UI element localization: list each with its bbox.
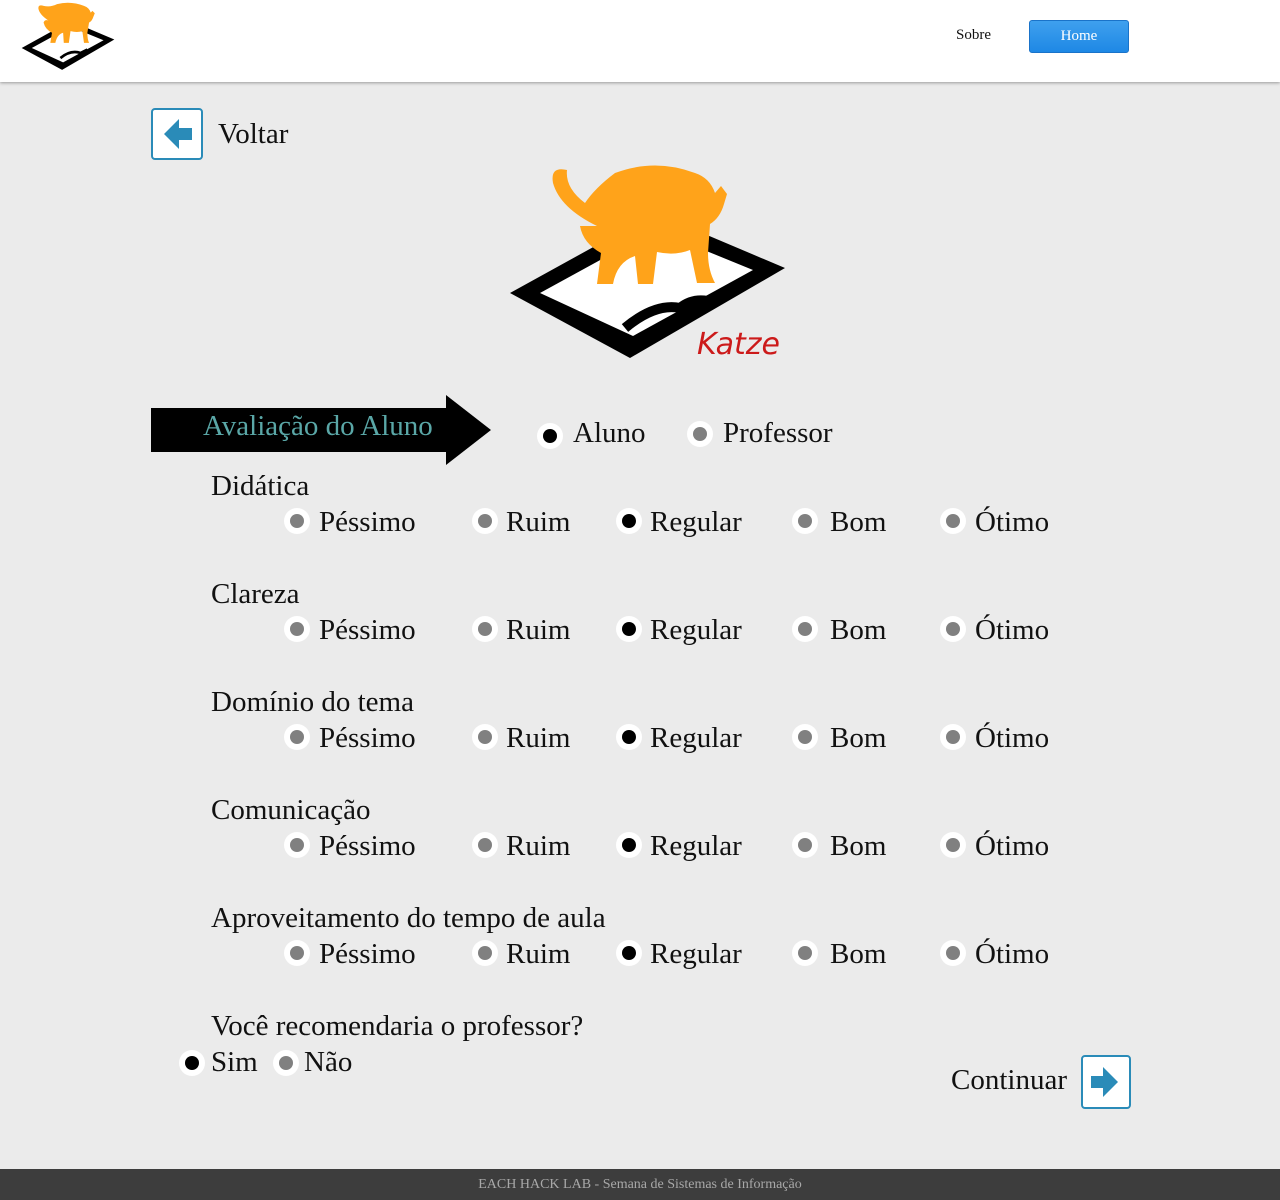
rating-label-pessimo[interactable]: Péssimo (319, 830, 416, 863)
rating-label-pessimo[interactable]: Péssimo (319, 506, 416, 539)
top-navbar: Sobre Home (0, 0, 1280, 82)
rating-radio-ruim[interactable] (472, 508, 498, 534)
recommend-label-nao[interactable]: Não (304, 1046, 352, 1079)
rating-radio-regular[interactable] (616, 832, 642, 858)
katze-logo-small[interactable] (20, 2, 116, 72)
rating-radio-bom[interactable] (792, 940, 818, 966)
recommend-question: Você recomendaria o professor? (211, 1010, 584, 1042)
role-radio-professor[interactable] (687, 421, 713, 447)
rating-radio-regular[interactable] (616, 508, 642, 534)
rating-radio-otimo[interactable] (940, 508, 966, 534)
nav-sobre-link[interactable]: Sobre (956, 27, 991, 44)
rating-label-regular[interactable]: Regular (650, 614, 742, 647)
rating-label-otimo[interactable]: Ótimo (975, 722, 1049, 755)
rating-label-otimo[interactable]: Ótimo (975, 938, 1049, 971)
rating-label-pessimo[interactable]: Péssimo (319, 614, 416, 647)
rating-radio-otimo[interactable] (940, 616, 966, 642)
rating-radio-otimo[interactable] (940, 724, 966, 750)
rating-radio-pessimo[interactable] (284, 616, 310, 642)
evaluation-title: Avaliação do Aluno (203, 410, 433, 442)
rating-radio-pessimo[interactable] (284, 832, 310, 858)
continue-button[interactable] (1081, 1055, 1131, 1109)
rating-label-otimo[interactable]: Ótimo (975, 506, 1049, 539)
rating-label-pessimo[interactable]: Péssimo (319, 722, 416, 755)
question-label: Aproveitamento do tempo de aula (211, 902, 606, 934)
arrow-left-icon (164, 119, 192, 149)
rating-radio-ruim[interactable] (472, 724, 498, 750)
rating-label-bom[interactable]: Bom (830, 938, 886, 971)
rating-radio-pessimo[interactable] (284, 508, 310, 534)
rating-radio-otimo[interactable] (940, 832, 966, 858)
rating-radio-regular[interactable] (616, 940, 642, 966)
rating-label-otimo[interactable]: Ótimo (975, 830, 1049, 863)
continue-label[interactable]: Continuar (951, 1064, 1067, 1097)
rating-radio-regular[interactable] (616, 616, 642, 642)
question-label: Clareza (211, 578, 300, 610)
question-label: Comunicação (211, 794, 371, 826)
recommend-label-sim[interactable]: Sim (211, 1046, 258, 1079)
rating-radio-bom[interactable] (792, 724, 818, 750)
rating-label-ruim[interactable]: Ruim (506, 506, 570, 539)
role-radio-aluno[interactable] (537, 423, 563, 449)
back-label[interactable]: Voltar (218, 118, 288, 151)
rating-label-bom[interactable]: Bom (830, 830, 886, 863)
rating-radio-pessimo[interactable] (284, 940, 310, 966)
rating-label-bom[interactable]: Bom (830, 506, 886, 539)
rating-radio-otimo[interactable] (940, 940, 966, 966)
katze-logo: Katze (510, 165, 785, 362)
rating-label-ruim[interactable]: Ruim (506, 938, 570, 971)
rating-label-regular[interactable]: Regular (650, 938, 742, 971)
back-button[interactable] (151, 108, 203, 160)
recommend-radio-nao[interactable] (273, 1050, 299, 1076)
rating-label-bom[interactable]: Bom (830, 614, 886, 647)
rating-radio-pessimo[interactable] (284, 724, 310, 750)
rating-label-ruim[interactable]: Ruim (506, 614, 570, 647)
rating-label-regular[interactable]: Regular (650, 830, 742, 863)
rating-label-bom[interactable]: Bom (830, 722, 886, 755)
role-label-aluno[interactable]: Aluno (573, 417, 646, 450)
rating-label-pessimo[interactable]: Péssimo (319, 938, 416, 971)
question-label: Didática (211, 470, 310, 502)
rating-label-regular[interactable]: Regular (650, 722, 742, 755)
rating-radio-ruim[interactable] (472, 616, 498, 642)
rating-label-otimo[interactable]: Ótimo (975, 614, 1049, 647)
question-label: Domínio do tema (211, 686, 414, 718)
rating-radio-bom[interactable] (792, 508, 818, 534)
rating-label-regular[interactable]: Regular (650, 506, 742, 539)
katze-logo-text: Katze (697, 327, 780, 362)
footer: EACH HACK LAB - Semana de Sistemas de In… (0, 1169, 1280, 1200)
recommend-radio-sim[interactable] (179, 1050, 205, 1076)
nav-home-button[interactable]: Home (1029, 20, 1129, 53)
rating-radio-bom[interactable] (792, 616, 818, 642)
rating-label-ruim[interactable]: Ruim (506, 830, 570, 863)
rating-radio-regular[interactable] (616, 724, 642, 750)
arrow-right-icon (1091, 1067, 1118, 1097)
rating-radio-ruim[interactable] (472, 940, 498, 966)
rating-label-ruim[interactable]: Ruim (506, 722, 570, 755)
rating-radio-bom[interactable] (792, 832, 818, 858)
role-label-professor[interactable]: Professor (723, 417, 833, 450)
rating-radio-ruim[interactable] (472, 832, 498, 858)
